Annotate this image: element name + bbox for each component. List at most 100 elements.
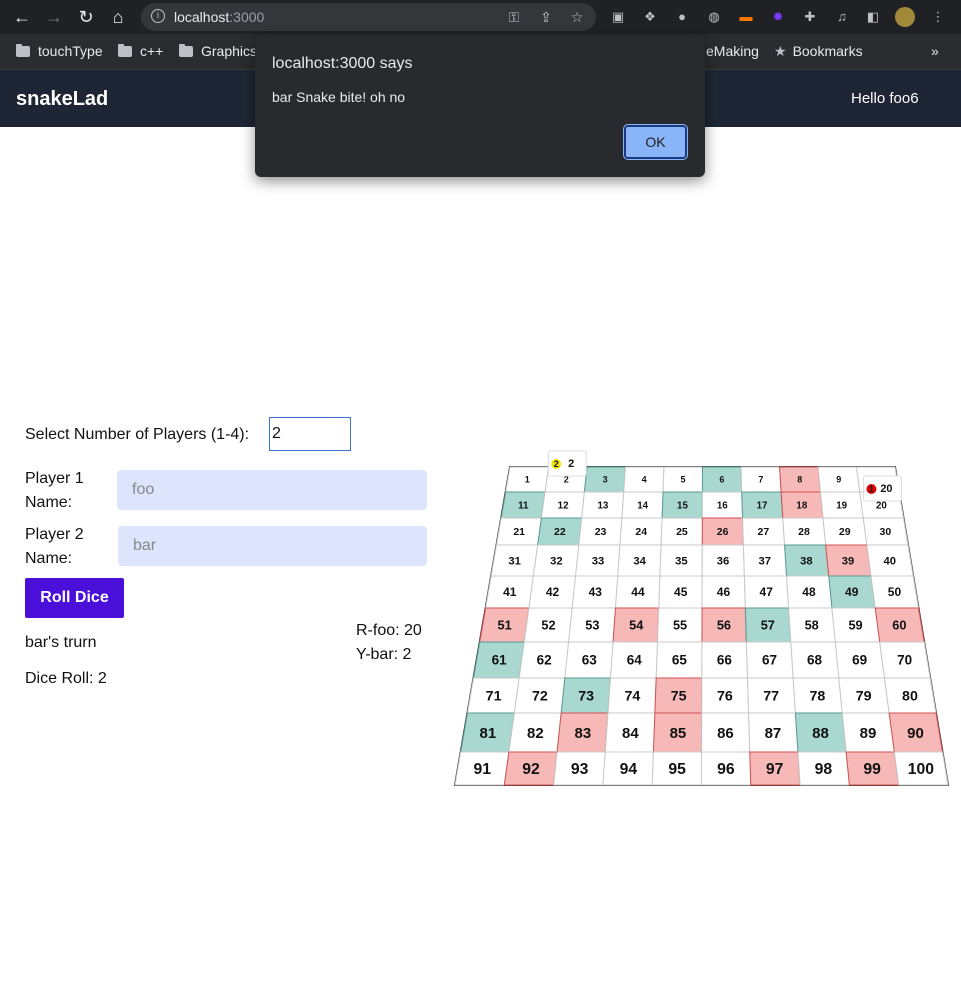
board-cell-number: 48 — [802, 585, 816, 599]
player1-name-input[interactable]: foo — [117, 470, 427, 510]
board-cell-number: 21 — [513, 526, 525, 538]
board-cell-number: 67 — [762, 653, 777, 668]
board-cell-number: 75 — [671, 688, 687, 704]
board-cell-number: 61 — [492, 653, 508, 668]
profile-avatar[interactable] — [895, 7, 915, 27]
player1-label-line2: Name: — [25, 494, 73, 511]
board-cell-number: 7 — [758, 475, 763, 485]
player2-name-input[interactable]: bar — [118, 526, 427, 566]
players-count-input[interactable]: 2 — [269, 417, 351, 451]
board-cell-number: 1 — [525, 475, 530, 485]
board-cell-number: 77 — [763, 688, 779, 704]
board-cell-number: 59 — [848, 617, 862, 632]
bookmark-folder-graphics[interactable]: Graphics — [179, 43, 257, 59]
board-cell-number: 92 — [522, 761, 540, 778]
board-cell-number: 57 — [761, 617, 775, 632]
board-cell-number: 33 — [592, 555, 605, 567]
board-cell-number: 35 — [675, 555, 688, 567]
extension-ball-icon[interactable]: ◍ — [704, 7, 724, 27]
site-info-icon[interactable]: i — [151, 9, 165, 23]
bookmarks-all[interactable]: ★ Bookmarks — [774, 43, 863, 60]
brand-title[interactable]: snakeLad — [16, 88, 108, 111]
board-cell-number: 44 — [631, 585, 645, 599]
board-cell-number: 26 — [717, 526, 729, 538]
url-text[interactable]: localhost:3000 — [174, 9, 264, 25]
url-port: :3000 — [229, 9, 265, 25]
bookmark-label: Graphics — [201, 43, 258, 59]
back-icon[interactable]: ← — [10, 5, 34, 29]
alert-dialog: localhost:3000 says bar Snake bite! oh n… — [255, 36, 705, 177]
board-cell-number: 22 — [554, 526, 566, 538]
extension-badge-icon[interactable]: ✹ — [768, 7, 788, 27]
board-cell-number: 71 — [486, 688, 502, 704]
reload-icon[interactable]: ↻ — [74, 5, 98, 29]
dialog-title: localhost:3000 says — [272, 55, 413, 72]
board-cell-number: 70 — [897, 653, 912, 668]
extension-paw-icon[interactable]: ❖ — [640, 7, 660, 27]
board-cell-number: 73 — [578, 688, 594, 704]
board-cell-number: 86 — [717, 725, 734, 742]
picture-in-picture-icon[interactable]: ▣ — [608, 7, 628, 27]
side-panel-icon[interactable]: ◧ — [863, 7, 883, 27]
dialog-message: bar Snake bite! oh no — [272, 89, 406, 105]
board-cell-number: 20 — [876, 500, 887, 511]
board-cell-number: 96 — [717, 761, 735, 778]
more-bookmarks-chevron-icon[interactable]: » — [931, 43, 939, 59]
board-cell-number: 43 — [589, 585, 603, 599]
board-cell-number: 52 — [541, 617, 555, 632]
key-icon[interactable]: ⚿ — [504, 7, 524, 27]
board-cell-number: 84 — [622, 725, 639, 742]
bookmark-label: c++ — [140, 43, 164, 59]
extensions-puzzle-icon[interactable]: ✚ — [800, 7, 820, 27]
extension-drop-icon[interactable]: ● — [672, 7, 692, 27]
player-token-label: 1 — [869, 484, 874, 494]
board-cell-number: 99 — [863, 761, 881, 778]
board-cell-number: 17 — [757, 500, 768, 511]
board-cell-number: 55 — [673, 617, 687, 632]
forward-icon[interactable]: → — [42, 5, 66, 29]
board-cell-number: 82 — [527, 725, 544, 742]
board-cell-number: 11 — [518, 500, 529, 511]
bookmark-star-icon[interactable]: ☆ — [567, 7, 587, 27]
board-cell-number: 88 — [812, 725, 829, 742]
board-cell-number: 85 — [670, 725, 687, 742]
board-cell-number: 41 — [503, 585, 517, 599]
board-svg: 1234567891011121314151617181920212223242… — [453, 450, 950, 786]
dialog-ok-button[interactable]: OK — [623, 124, 688, 160]
menu-kebab-icon[interactable]: ⋮ — [928, 7, 948, 27]
board-cell-number: 90 — [907, 725, 924, 742]
roll-dice-button[interactable]: Roll Dice — [25, 578, 124, 618]
turn-status: bar's trurn — [25, 634, 97, 651]
extension-xml-icon[interactable]: ▬ — [736, 7, 756, 27]
board-cell-number: 76 — [717, 688, 733, 704]
bookmark-label: eMaking — [706, 43, 759, 59]
board-cell-number: 97 — [766, 761, 784, 778]
board-cell-number: 89 — [860, 725, 877, 742]
address-bar[interactable]: i localhost:3000 ⚿ ⇪ ☆ — [141, 3, 596, 31]
media-controls-icon[interactable]: ♫ — [832, 7, 852, 27]
board-cell-number: 28 — [798, 526, 810, 538]
board-cell-number: 19 — [836, 500, 847, 511]
board-cell-number: 62 — [537, 653, 552, 668]
board-cell-number: 56 — [717, 617, 731, 632]
player1-label-line1: Player 1 — [25, 470, 84, 487]
board-cell-number: 74 — [624, 688, 640, 704]
bookmark-label: touchType — [38, 43, 103, 59]
player-position-foo: R-foo: 20 — [356, 622, 422, 639]
bookmark-folder-touchtype[interactable]: touchType — [16, 43, 103, 59]
browser-toolbar: ← → ↻ ⌂ i localhost:3000 ⚿ ⇪ ☆ ▣ ❖ ● ◍ ▬… — [0, 0, 961, 34]
board-cell-number: 54 — [629, 617, 644, 632]
board-cell-number: 94 — [620, 761, 638, 778]
board-cell-number: 39 — [842, 555, 855, 567]
player-position-bar: Y-bar: 2 — [356, 646, 412, 663]
star-icon: ★ — [774, 43, 787, 59]
bookmark-folder-cpp[interactable]: c++ — [118, 43, 163, 59]
board-cell-number: 40 — [883, 555, 896, 567]
board-cell-number: 32 — [550, 555, 563, 567]
url-host: localhost — [174, 9, 230, 25]
board-cell-number: 5 — [680, 475, 685, 485]
board-cell-number: 34 — [633, 555, 646, 567]
bookmark-folder-emaking[interactable]: eMaking — [706, 43, 759, 59]
share-icon[interactable]: ⇪ — [536, 7, 556, 27]
home-icon[interactable]: ⌂ — [106, 5, 130, 29]
